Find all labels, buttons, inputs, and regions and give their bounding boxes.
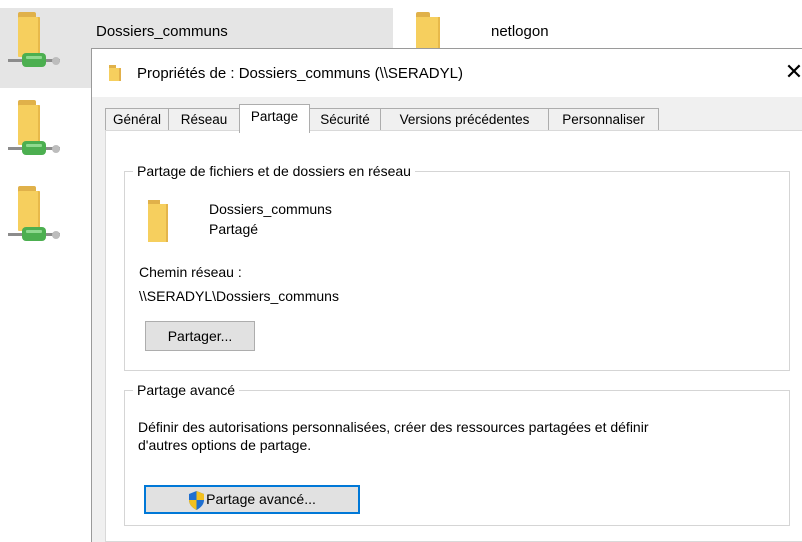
group-title: Partage avancé — [133, 382, 240, 398]
shared-folder-name: Dossiers_communs — [209, 201, 332, 217]
network-path-value: \\SERADYL\Dossiers_communs — [139, 288, 339, 304]
file-sharing-group: Partage de fichiers et de dossiers en ré… — [124, 163, 790, 371]
network-folder-icon[interactable] — [0, 100, 62, 160]
folder-icon — [148, 200, 168, 242]
dialog-title: Propriétés de : Dossiers_communs (\\SERA… — [137, 65, 463, 82]
properties-dialog: Propriétés de : Dossiers_communs (\\SERA… — [91, 48, 802, 542]
network-cable-icon — [8, 53, 60, 67]
advanced-sharing-description-line1: Définir des autorisations personnalisées… — [138, 419, 649, 435]
group-title: Partage de fichiers et de dossiers en ré… — [133, 163, 415, 179]
tab-versions-precedentes[interactable]: Versions précédentes — [380, 108, 549, 130]
item-label-netlogon[interactable]: netlogon — [491, 23, 549, 40]
tab-personnaliser[interactable]: Personnaliser — [548, 108, 659, 130]
advanced-sharing-description-line2: d'autres options de partage. — [138, 437, 312, 453]
tab-reseau[interactable]: Réseau — [168, 108, 240, 130]
item-label-dossiers-communs[interactable]: Dossiers_communs — [96, 23, 228, 40]
network-cable-icon — [8, 141, 60, 155]
advanced-sharing-group: Partage avancé Définir des autorisations… — [124, 382, 790, 526]
network-folder-icon[interactable] — [0, 12, 62, 72]
share-button[interactable]: Partager... — [145, 321, 255, 351]
tab-general[interactable]: Général — [105, 108, 169, 130]
network-path-label: Chemin réseau : — [139, 264, 242, 280]
dialog-titlebar[interactable]: Propriétés de : Dossiers_communs (\\SERA… — [92, 49, 802, 97]
tab-securite[interactable]: Sécurité — [309, 108, 381, 130]
share-status: Partagé — [209, 221, 259, 237]
close-button[interactable]: ✕ — [782, 59, 802, 85]
sharing-panel: Partage de fichiers et de dossiers en ré… — [105, 130, 802, 542]
advanced-sharing-button[interactable]: Partage avancé... — [144, 485, 360, 514]
network-cable-icon — [8, 227, 60, 241]
network-folder-icon[interactable] — [0, 186, 62, 246]
uac-shield-icon — [189, 490, 205, 510]
tab-partage[interactable]: Partage — [239, 104, 310, 133]
folder-icon — [109, 65, 123, 81]
advanced-sharing-button-label: Partage avancé... — [206, 491, 316, 507]
